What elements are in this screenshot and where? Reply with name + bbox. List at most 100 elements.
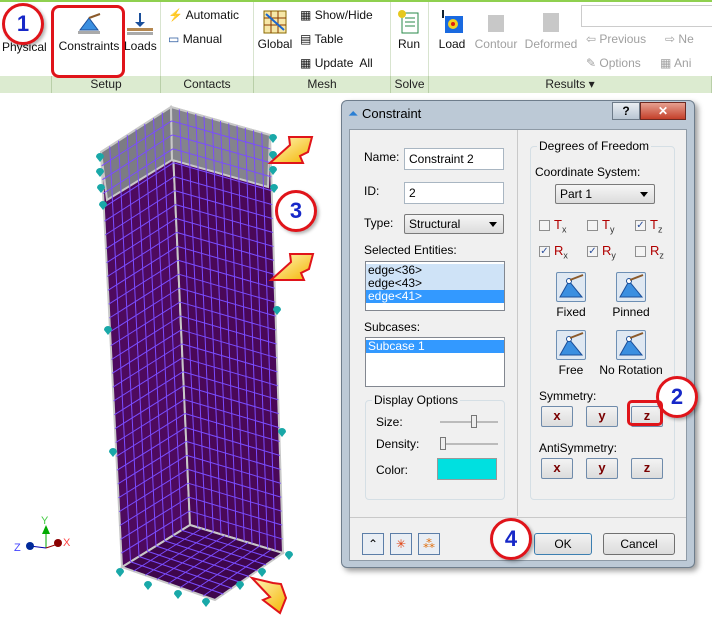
dof-checkbox-tz[interactable]: ✓ Tz <box>635 217 662 235</box>
name-field[interactable]: Constraint 2 <box>404 148 504 170</box>
show-hide-label: Show/Hide <box>314 8 373 22</box>
load-results-icon <box>442 10 463 33</box>
ok-button[interactable]: OK <box>534 533 592 555</box>
separator <box>253 2 254 76</box>
show-hide-icon: ▦ <box>300 8 312 22</box>
loads-button[interactable]: Loads <box>124 12 157 53</box>
arrow-right-icon: ⇨ <box>665 32 676 46</box>
display-options-legend: Display Options <box>372 393 461 407</box>
coordinate-system-label: Coordinate System: <box>535 165 641 179</box>
previous-label: Previous <box>599 32 647 46</box>
manual-button[interactable]: ▭ Manual <box>168 32 222 46</box>
contour-button[interactable]: Contour <box>472 10 520 51</box>
dof-checkbox-rx[interactable]: ✓ Rx <box>539 243 568 261</box>
next-button[interactable]: ⇨ Ne <box>665 32 694 46</box>
show-hide-button[interactable]: ▦ Show/Hide <box>300 8 373 22</box>
coordinate-system-select[interactable]: Part 1 <box>555 184 655 204</box>
global-button[interactable]: Global <box>257 10 293 51</box>
symmetry-y-button[interactable]: y <box>586 406 618 427</box>
next-label: Ne <box>678 32 694 46</box>
group-setup: Setup <box>52 76 161 93</box>
dof-checkbox-ry[interactable]: ✓ Ry <box>587 243 616 261</box>
run-button[interactable]: Run <box>394 10 424 51</box>
close-button[interactable]: ✕ <box>640 102 686 120</box>
y-axis-label: Y <box>41 515 49 527</box>
display-options-group: Display Options Size: Density: Color: <box>365 393 505 500</box>
list-item[interactable]: edge<41> <box>366 290 504 303</box>
model-viewport[interactable]: Y Z X <box>0 95 340 623</box>
arrow-left-icon: ⇦ <box>586 32 597 46</box>
highlight-all-button[interactable]: ⁂ <box>418 533 440 555</box>
cancel-button[interactable]: Cancel <box>603 533 675 555</box>
constraint-marker-icon <box>202 598 210 607</box>
arrow-pointer-bottom <box>248 576 288 615</box>
dialog-body: Name: Constraint 2 ID: 2 Type: Structura… <box>349 129 687 561</box>
load-results-button[interactable]: Load <box>436 10 468 51</box>
separator <box>390 2 391 76</box>
preset-no-rotation-button[interactable]: No Rotation <box>591 330 671 377</box>
checkbox[interactable] <box>539 220 550 232</box>
previous-button[interactable]: ⇦ Previous <box>586 32 646 46</box>
run-icon <box>398 10 419 34</box>
collapse-button[interactable]: ⌃ <box>362 533 384 555</box>
group-mesh: Mesh <box>254 76 391 93</box>
checkbox[interactable] <box>587 220 598 232</box>
loads-label: Loads <box>124 39 157 53</box>
constraint-marker-icon <box>258 568 266 577</box>
ribbon: Physical Constraints Loads ⚡ Automatic ▭… <box>0 0 712 93</box>
dof-checkbox-tx[interactable]: Tx <box>539 217 566 235</box>
constraint-marker-icon <box>285 551 293 560</box>
arrow-pointer-mid <box>268 253 315 281</box>
size-slider[interactable] <box>440 415 498 428</box>
checkbox[interactable]: ✓ <box>635 220 646 232</box>
type-select[interactable]: Structural <box>404 214 504 234</box>
name-label: Name: <box>364 150 400 164</box>
list-item[interactable]: Subcase 1 <box>366 340 504 353</box>
density-slider-thumb[interactable] <box>440 437 446 450</box>
selected-entities-label: Selected Entities: <box>364 243 457 257</box>
density-label: Density: <box>376 437 420 451</box>
options-button[interactable]: ✎ Options <box>586 56 641 70</box>
update-all-button[interactable]: ▦ Update All <box>300 56 373 70</box>
density-slider[interactable] <box>440 437 498 450</box>
animate-button[interactable]: ▦ Ani <box>660 56 691 70</box>
color-swatch[interactable] <box>437 458 497 480</box>
x-axis-arrow <box>54 539 62 547</box>
dof-checkbox-rz[interactable]: Rz <box>635 243 664 261</box>
checkbox[interactable]: ✓ <box>539 246 550 258</box>
help-button[interactable]: ? <box>612 102 640 120</box>
size-slider-thumb[interactable] <box>471 415 478 428</box>
antisymmetry-z-button[interactable]: z <box>631 458 663 479</box>
deformed-button[interactable]: Deformed <box>523 10 579 51</box>
dof-label: Tz <box>650 217 663 235</box>
ribbon-accent <box>0 0 712 2</box>
checkbox[interactable]: ✓ <box>587 246 598 258</box>
table-button[interactable]: ▤ Table <box>300 32 343 46</box>
callout-1: 1 <box>2 3 44 45</box>
constraint-marker-icon <box>236 581 244 590</box>
selected-entities-list[interactable]: edge<36> edge<43> edge<41> <box>365 261 505 311</box>
size-label: Size: <box>376 415 403 429</box>
results-selector[interactable] <box>581 5 712 27</box>
symmetry-x-button[interactable]: x <box>541 406 573 427</box>
checkbox[interactable] <box>635 246 646 258</box>
id-field[interactable]: 2 <box>404 182 504 204</box>
antisymmetry-y-button[interactable]: y <box>586 458 618 479</box>
global-label: Global <box>257 37 293 51</box>
preset-pinned-button[interactable]: Pinned <box>591 272 671 319</box>
group-results[interactable]: Results ▾ <box>429 76 712 93</box>
preset-label: No Rotation <box>599 363 663 377</box>
constraint-icon: ⏶ <box>348 106 359 121</box>
highlight-button[interactable]: ✳ <box>390 533 412 555</box>
support-icon <box>616 330 646 360</box>
constraint-marker-icon <box>116 568 124 577</box>
x-axis-label: X <box>63 537 71 549</box>
dof-checkbox-ty[interactable]: Ty <box>587 217 614 235</box>
symmetry-label: Symmetry: <box>539 389 597 403</box>
automatic-button[interactable]: ⚡ Automatic <box>168 8 239 22</box>
loads-icon <box>127 13 153 35</box>
subcases-list[interactable]: Subcase 1 <box>365 337 505 387</box>
options-label: Options <box>599 56 641 70</box>
antisymmetry-x-button[interactable]: x <box>541 458 573 479</box>
preset-label: Pinned <box>612 305 650 319</box>
